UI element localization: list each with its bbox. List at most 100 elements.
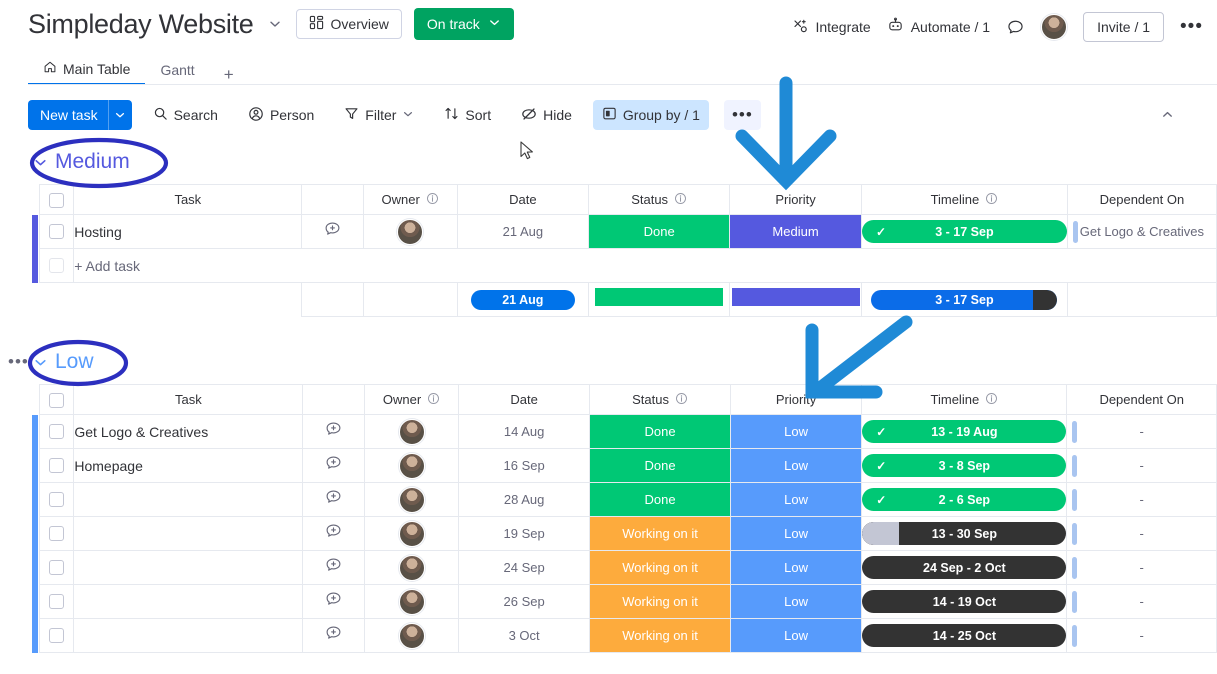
chevron-down-icon[interactable] — [402, 107, 414, 123]
info-icon[interactable] — [985, 192, 998, 208]
column-header-owner[interactable]: Owner — [364, 384, 459, 415]
summary-status[interactable] — [588, 282, 731, 317]
table-row[interactable]: 3 Oct Working on it Low 14 - 25 Oct - — [32, 618, 1217, 653]
cell-task[interactable] — [73, 516, 304, 551]
user-avatar[interactable] — [398, 554, 425, 581]
cell-priority[interactable]: Low — [729, 516, 863, 551]
cell-owner[interactable] — [364, 618, 459, 653]
info-icon[interactable] — [427, 392, 440, 408]
tab-gantt[interactable]: Gantt — [145, 54, 209, 85]
cell-status[interactable]: Done — [588, 214, 731, 249]
cell-priority[interactable]: Medium — [729, 214, 863, 249]
table-row[interactable]: Get Logo & Creatives 14 Aug Done Low ✓ 13 - 1… — [32, 414, 1217, 449]
cell-timeline[interactable]: 13 - 30 Sep — [861, 516, 1068, 551]
cell-timeline[interactable]: 24 Sep - 2 Oct — [861, 550, 1068, 585]
row-select-cell[interactable] — [39, 618, 75, 653]
chevron-down-icon[interactable] — [32, 154, 48, 170]
tab-main-table[interactable]: Main Table — [28, 54, 146, 85]
user-avatar[interactable] — [398, 588, 425, 615]
cell-owner[interactable] — [364, 448, 459, 483]
cell-status[interactable]: Working on it — [589, 550, 731, 585]
cell-task[interactable]: Homepage — [73, 448, 304, 483]
collapse-toolbar-button[interactable] — [1153, 100, 1181, 128]
row-checkbox[interactable] — [49, 491, 65, 507]
new-task-chevron-down-icon[interactable] — [107, 100, 132, 130]
cell-status[interactable]: Working on it — [589, 584, 731, 619]
timeline-pill[interactable]: 14 - 25 Oct — [862, 624, 1067, 647]
cell-status[interactable]: Done — [589, 482, 731, 517]
cell-task[interactable] — [73, 618, 304, 653]
cell-priority[interactable]: Low — [729, 550, 863, 585]
cell-status[interactable]: Done — [589, 448, 731, 483]
cell-date[interactable]: 28 Aug — [457, 482, 591, 517]
user-avatar[interactable] — [398, 622, 425, 649]
person-button[interactable]: Person — [239, 100, 323, 130]
select-all-checkbox[interactable] — [49, 192, 65, 208]
timeline-pill[interactable]: ✓ 3 - 8 Sep — [862, 454, 1067, 477]
table-row[interactable]: 26 Sep Working on it Low 14 - 19 Oct - — [32, 584, 1217, 619]
group-menu-button[interactable]: ••• — [8, 353, 29, 370]
timeline-pill[interactable]: ✓ 13 - 19 Aug — [862, 420, 1067, 443]
chat-add-icon[interactable] — [302, 414, 366, 449]
column-header-priority[interactable]: Priority — [729, 184, 863, 215]
chat-add-icon[interactable] — [302, 482, 366, 517]
row-select-cell[interactable] — [39, 516, 75, 551]
info-icon[interactable] — [426, 192, 439, 208]
cell-task[interactable]: Get Logo & Creatives — [73, 414, 304, 449]
user-avatar[interactable] — [398, 520, 425, 547]
timeline-pill[interactable]: ✓ 3 - 17 Sep — [862, 220, 1067, 243]
chat-add-icon[interactable] — [302, 584, 366, 619]
cell-timeline[interactable]: 14 - 25 Oct — [861, 618, 1068, 653]
row-checkbox[interactable] — [49, 627, 65, 643]
column-header-priority[interactable]: Priority — [729, 384, 863, 415]
chat-add-icon[interactable] — [302, 550, 366, 585]
cell-owner[interactable] — [364, 550, 459, 585]
filter-button[interactable]: Filter — [335, 100, 423, 130]
user-avatar[interactable] — [398, 486, 425, 513]
cell-timeline[interactable]: 14 - 19 Oct — [861, 584, 1068, 619]
cell-owner[interactable] — [362, 214, 458, 249]
cell-dependent-on[interactable]: Get Logo & Creatives — [1066, 214, 1217, 249]
hide-button[interactable]: Hide — [512, 100, 581, 130]
cell-dependent-on[interactable]: - — [1066, 482, 1217, 517]
group-by-button[interactable]: Group by / 1 — [592, 100, 709, 130]
group-title[interactable]: Low — [55, 350, 94, 374]
column-header-status[interactable]: Status — [589, 384, 731, 415]
status-badge[interactable]: On track — [413, 8, 514, 40]
row-select-cell[interactable] — [39, 550, 75, 585]
row-checkbox[interactable] — [49, 457, 65, 473]
row-checkbox[interactable] — [49, 423, 65, 439]
chat-add-icon[interactable] — [302, 516, 366, 551]
cell-priority[interactable]: Low — [729, 618, 863, 653]
row-checkbox[interactable] — [49, 559, 65, 575]
cell-status[interactable]: Working on it — [589, 516, 731, 551]
cell-dependent-on[interactable]: - — [1066, 414, 1217, 449]
cell-owner[interactable] — [364, 516, 459, 551]
table-row[interactable]: Homepage 16 Sep Done Low ✓ 3 - 8 Sep - — [32, 448, 1217, 483]
cell-status[interactable]: Working on it — [589, 618, 731, 653]
cell-date[interactable]: 24 Sep — [457, 550, 591, 585]
cell-owner[interactable] — [364, 482, 459, 517]
row-select-cell[interactable] — [39, 448, 75, 483]
cell-dependent-on[interactable]: - — [1066, 618, 1217, 653]
user-avatar[interactable] — [398, 452, 425, 479]
integrate-button[interactable]: Integrate — [792, 18, 871, 37]
info-icon[interactable] — [674, 192, 687, 208]
cell-dependent-on[interactable]: - — [1066, 550, 1217, 585]
cell-date[interactable]: 26 Sep — [457, 584, 591, 619]
cell-dependent-on[interactable]: - — [1066, 448, 1217, 483]
cell-task[interactable]: Hosting — [73, 214, 303, 249]
cell-timeline[interactable]: ✓ 3 - 8 Sep — [861, 448, 1068, 483]
add-task-button[interactable]: + Add task — [73, 248, 1217, 283]
board-more-menu-button[interactable]: ••• — [1180, 17, 1203, 36]
column-header-date[interactable]: Date — [456, 184, 590, 215]
cell-date[interactable]: 19 Sep — [457, 516, 591, 551]
cell-timeline[interactable]: ✓ 2 - 6 Sep — [861, 482, 1068, 517]
row-checkbox[interactable] — [49, 593, 65, 609]
group-header-medium[interactable]: Medium — [32, 148, 1217, 176]
automate-button[interactable]: Automate / 1 — [887, 17, 990, 37]
column-header-dependent-on[interactable]: Dependent On — [1066, 384, 1217, 415]
summary-timeline[interactable]: 3 - 17 Sep — [861, 282, 1068, 317]
cell-owner[interactable] — [364, 584, 459, 619]
chevron-down-icon[interactable] — [266, 15, 284, 33]
